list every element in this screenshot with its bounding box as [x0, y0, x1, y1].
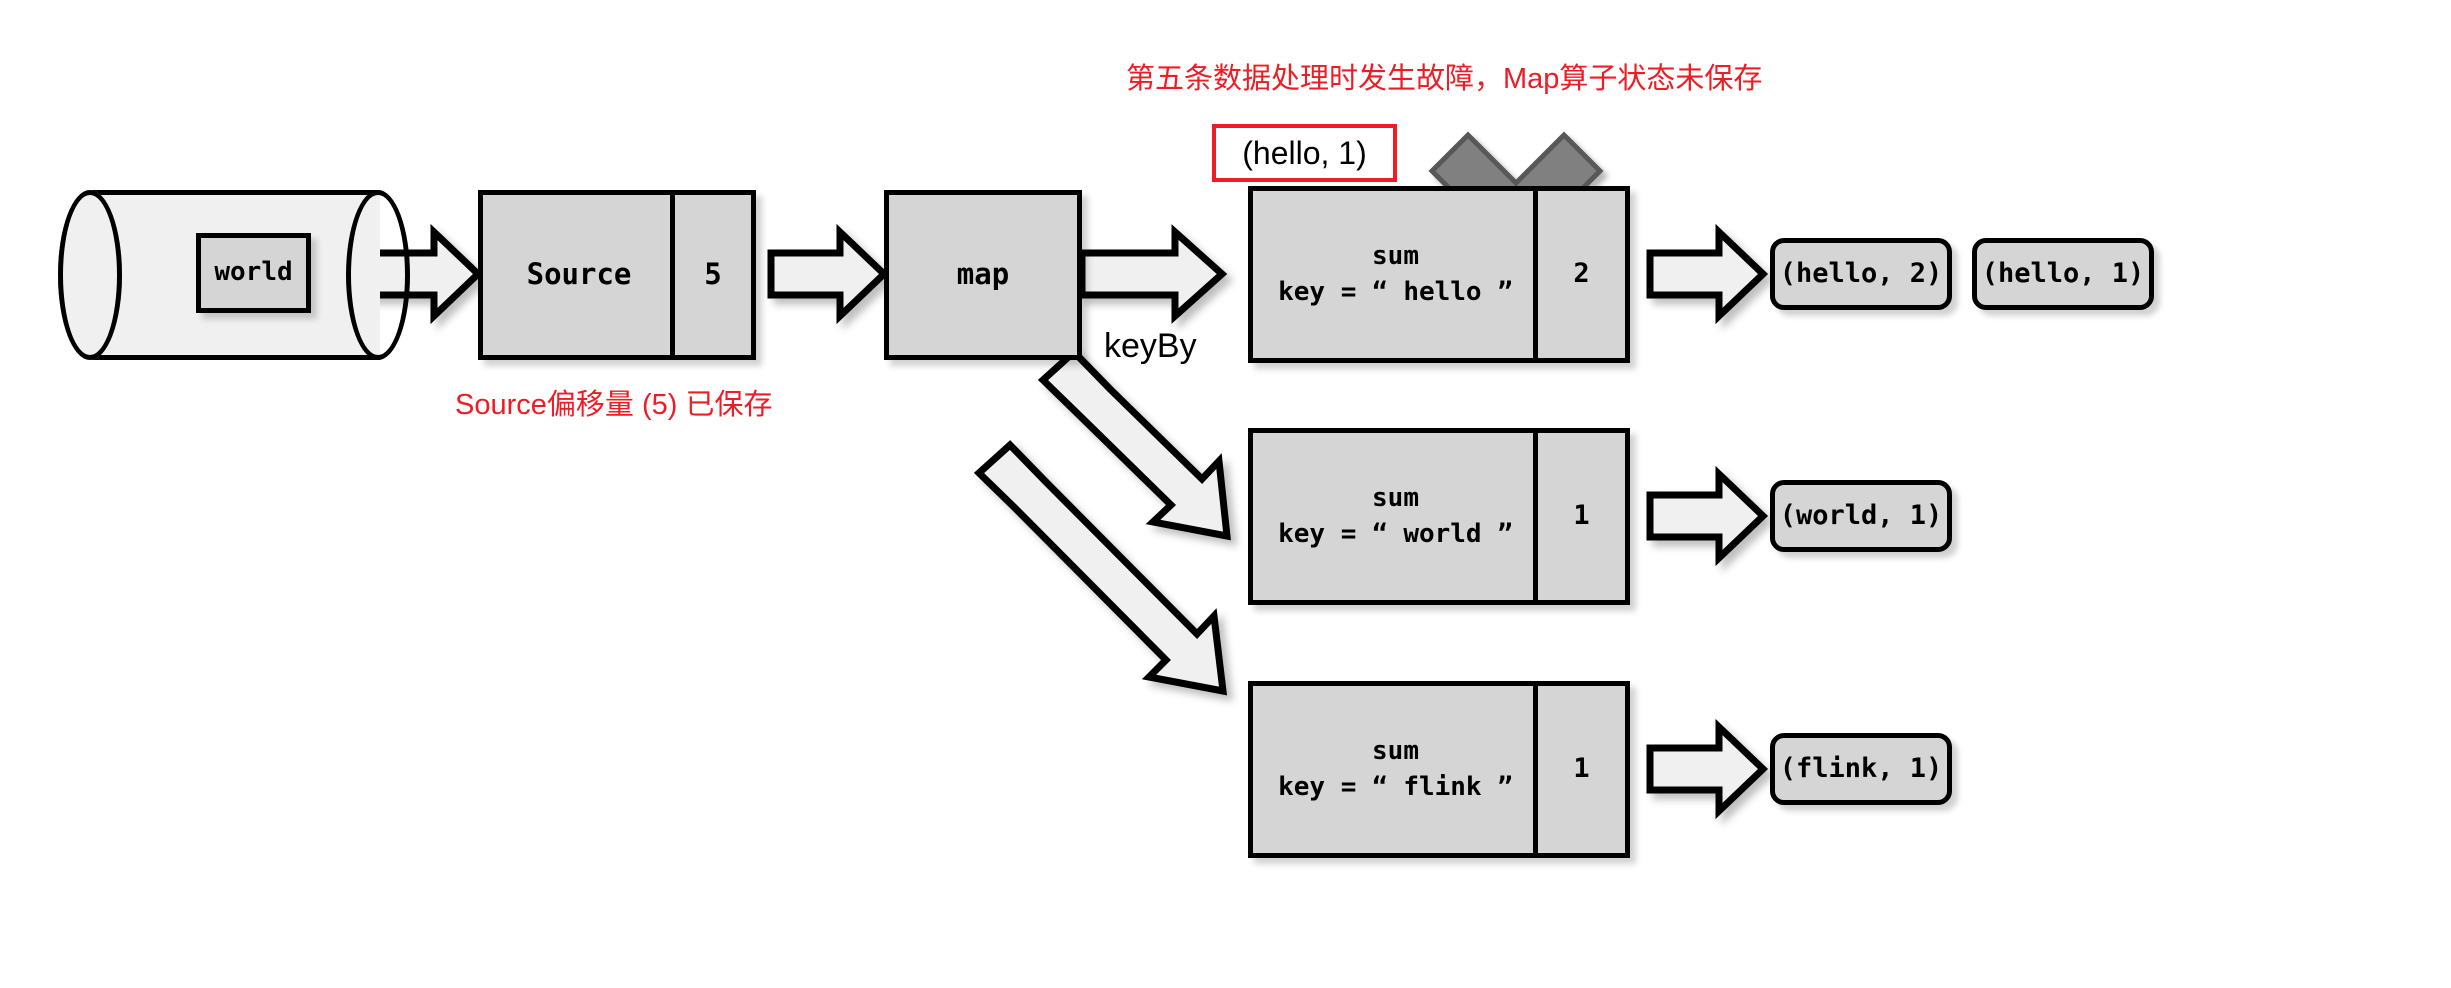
sum-hello-op-label: sum: [1372, 241, 1419, 272]
keyby-label: keyBy: [1104, 327, 1197, 365]
sum-flink-key-label: key = “ flink ”: [1278, 771, 1513, 802]
sum-operator-box-world: sum key = “ world ” 1: [1248, 428, 1630, 605]
sum-hello-key-label: key = “ hello ”: [1278, 276, 1513, 307]
sum-hello-state-value: 2: [1573, 258, 1590, 290]
source-state-value: 5: [704, 257, 722, 292]
arrow-sum-world-to-output: [1646, 465, 1769, 567]
sum-world-key-label: key = “ world ”: [1278, 518, 1513, 549]
source-operator-box: Source 5: [478, 190, 756, 360]
in-flight-record-box: (hello, 1): [1212, 124, 1397, 182]
arrow-keyby-to-sum-world: [1037, 347, 1231, 541]
map-operator-box: map: [884, 190, 1082, 360]
output-record-hello-2: (hello, 2): [1770, 238, 1952, 310]
source-operator-label: Source: [526, 257, 632, 292]
arrow-source-to-map: [767, 223, 890, 325]
arrow-sum-flink-to-output: [1646, 718, 1769, 820]
failure-note: 第五条数据处理时发生故障，Map算子状态未保存: [1126, 63, 1763, 95]
sum-world-labels: sum key = “ world ”: [1253, 433, 1538, 600]
output-record-hello-1: (hello, 1): [1972, 238, 2154, 310]
output-record-flink-1: (flink, 1): [1770, 733, 1952, 805]
source-offset-note: Source偏移量 (5) 已保存: [455, 389, 773, 421]
sum-world-op-label: sum: [1372, 483, 1419, 514]
sum-flink-state-value: 1: [1573, 753, 1590, 785]
arrow-map-to-sum-hello: [1078, 224, 1228, 324]
sum-world-state-value: 1: [1573, 500, 1590, 532]
sum-hello-labels: sum key = “ hello ”: [1253, 191, 1538, 358]
sum-flink-op-label: sum: [1372, 736, 1419, 767]
sum-flink-labels: sum key = “ flink ”: [1253, 686, 1538, 853]
cylinder-record-world: world: [196, 233, 311, 313]
arrow-keyby-to-sum-flink: [973, 440, 1228, 696]
sum-operator-box-flink: sum key = “ flink ” 1: [1248, 681, 1630, 858]
output-record-world-1: (world, 1): [1770, 480, 1952, 552]
arrow-sum-hello-to-output: [1646, 223, 1769, 325]
sum-operator-box-hello: sum key = “ hello ” 2: [1248, 186, 1630, 363]
diagram-canvas: world Source 5 map keyBy (hello, 1) sum …: [0, 0, 2451, 988]
